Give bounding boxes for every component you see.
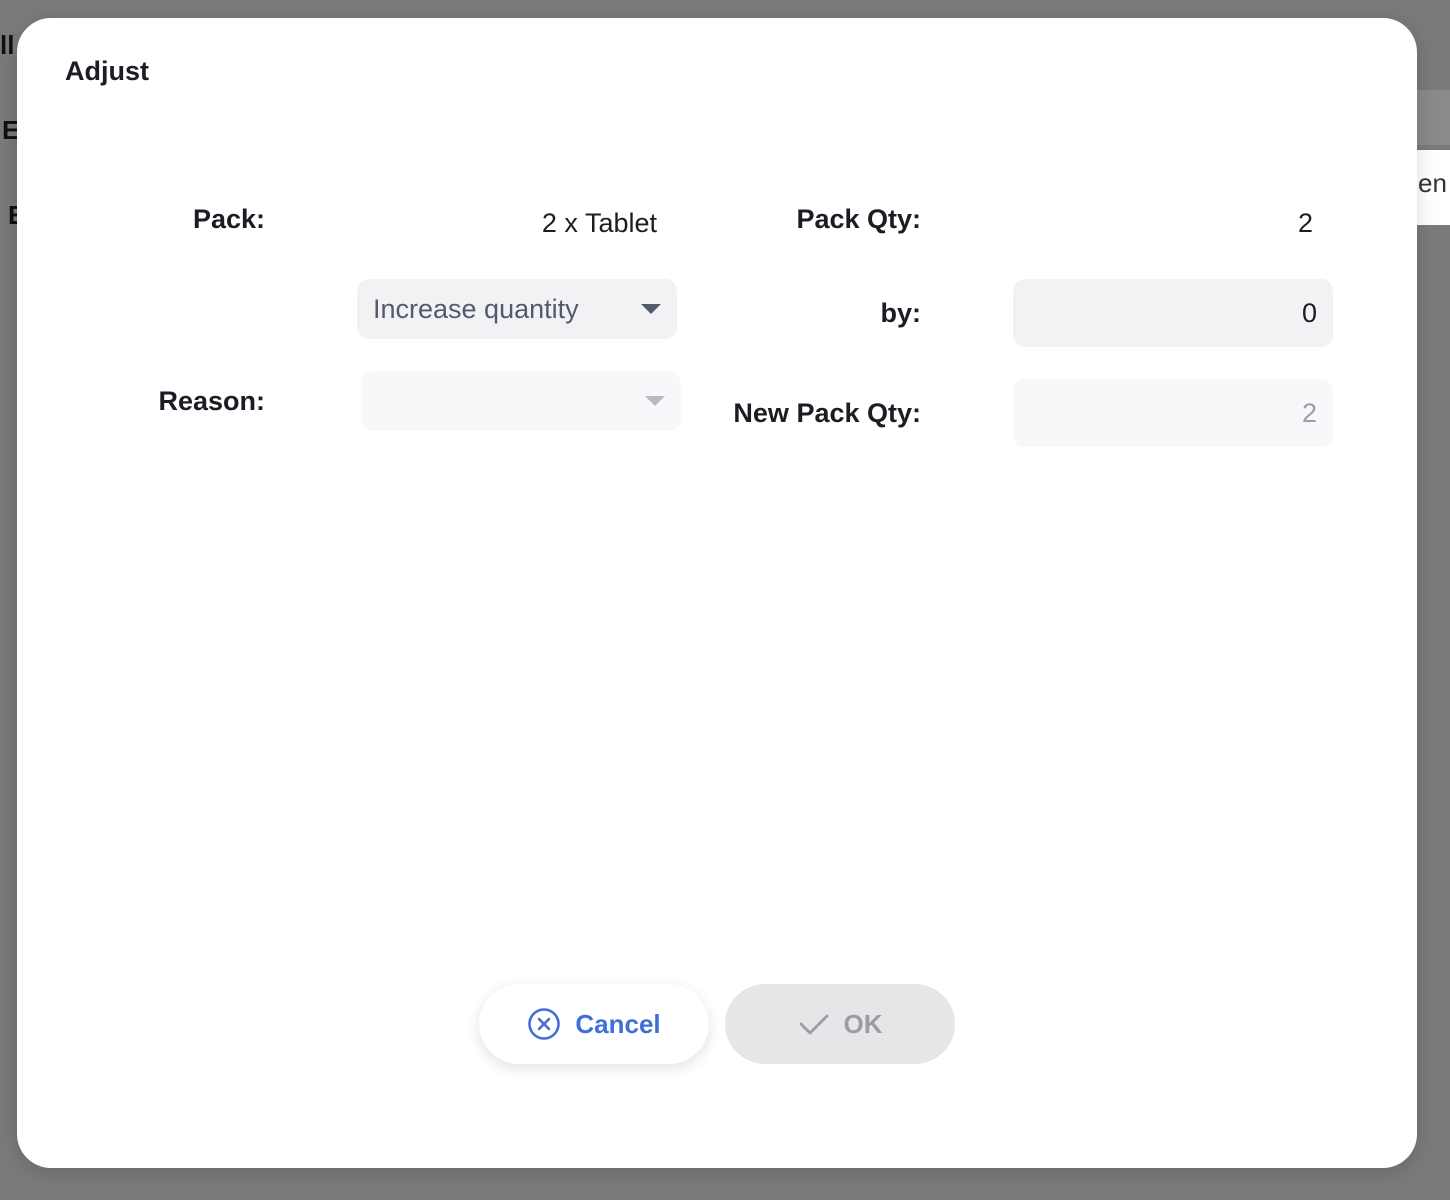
dialog-title: Adjust [65, 56, 149, 86]
new-pack-qty-label: New Pack Qty: [733, 398, 921, 428]
check-icon [799, 1014, 828, 1035]
new-pack-qty-input: 2 [1013, 379, 1333, 447]
by-label: by: [880, 298, 922, 328]
adjust-dialog: Adjust Pack: 2 x Tablet Pack Qty: 2 Incr… [17, 18, 1417, 1168]
caret-down-icon [641, 304, 661, 314]
adjustment-type-select[interactable]: Increase quantity [357, 279, 677, 339]
adjust-by-input[interactable]: 0 [1013, 279, 1333, 347]
pack-value: 2 x Tablet [541, 208, 657, 238]
background-text-fragment: ll [0, 30, 15, 60]
pack-label: Pack: [192, 204, 265, 234]
reason-label: Reason: [158, 386, 265, 416]
pack-qty-value: 2 [1297, 208, 1313, 238]
pack-qty-label: Pack Qty: [796, 204, 921, 234]
reason-select[interactable] [361, 371, 681, 431]
x-circle-icon [528, 1008, 561, 1040]
background-text-fragment: en [1418, 168, 1447, 198]
cancel-button[interactable]: Cancel [479, 984, 709, 1064]
ok-button[interactable]: OK [725, 984, 955, 1064]
adjust-by-value: 0 [1301, 297, 1317, 328]
cancel-button-label: Cancel [575, 1008, 661, 1039]
new-pack-qty-value: 2 [1301, 397, 1317, 428]
adjustment-type-value: Increase quantity [373, 293, 579, 324]
ok-button-label: OK [843, 1008, 883, 1039]
